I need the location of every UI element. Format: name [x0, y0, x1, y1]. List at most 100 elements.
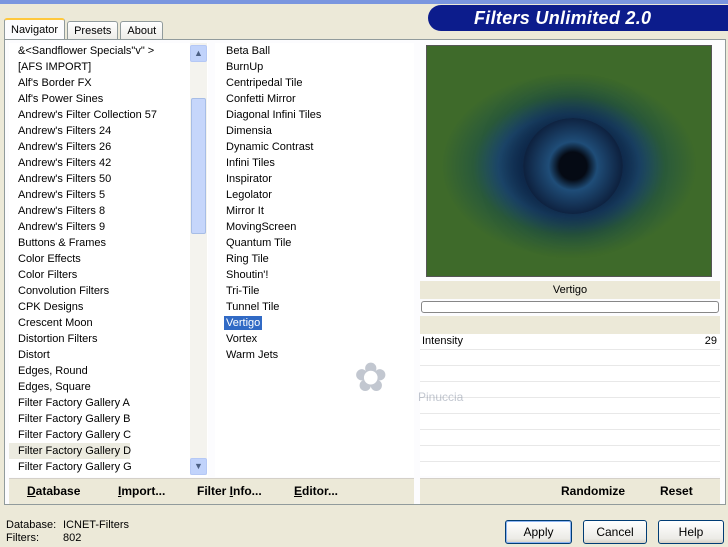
param-row-intensity[interactable]: Intensity 29: [420, 334, 720, 350]
list-item-label: MovingScreen: [226, 221, 297, 233]
list-item[interactable]: Inspirator: [215, 171, 414, 187]
list-item-label: Vertigo: [224, 316, 263, 330]
list-item[interactable]: Dimensia: [215, 123, 414, 139]
list-item[interactable]: [AFS IMPORT]: [9, 59, 208, 75]
list-item[interactable]: Tunnel Tile: [215, 299, 414, 315]
reset-button[interactable]: Reset: [660, 484, 693, 498]
list-item-label: Ring Tile: [226, 253, 269, 265]
list-item[interactable]: Infini Tiles: [215, 155, 414, 171]
scrollbar-thumb[interactable]: [191, 98, 206, 234]
help-button[interactable]: Help: [658, 520, 724, 544]
list-item[interactable]: Dynamic Contrast: [215, 139, 414, 155]
list-item-label: Tri-Tile: [226, 285, 260, 297]
database-status-label: Database:: [6, 519, 57, 531]
list-item[interactable]: Andrew's Filters 24: [9, 123, 208, 139]
param-label: Intensity: [422, 335, 463, 347]
tab-presets[interactable]: Presets: [67, 21, 119, 40]
param-row-empty: [420, 366, 720, 382]
list-item[interactable]: Filter Factory Gallery G: [9, 459, 208, 475]
list-item[interactable]: Filter Factory Gallery C: [9, 427, 208, 443]
list-item[interactable]: Andrew's Filters 42: [9, 155, 208, 171]
list-item[interactable]: Warm Jets: [215, 347, 414, 363]
list-item[interactable]: Vortex: [215, 331, 414, 347]
list-item-label: Diagonal Infini Tiles: [226, 109, 322, 121]
list-item[interactable]: Distortion Filters: [9, 331, 208, 347]
list-item[interactable]: CPK Designs: [9, 299, 208, 315]
apply-button[interactable]: Apply: [505, 520, 572, 544]
tab-navigator[interactable]: Navigator: [4, 18, 66, 40]
list-item[interactable]: Andrew's Filters 5: [9, 187, 208, 203]
list-item[interactable]: Confetti Mirror: [215, 91, 414, 107]
list-item-label: Beta Ball: [226, 45, 271, 57]
list-item[interactable]: Centripedal Tile: [215, 75, 414, 91]
list-item[interactable]: Filter Factory Gallery D: [9, 443, 131, 459]
param-button-bar: Randomize Reset: [420, 478, 720, 504]
list-item[interactable]: Quantum Tile: [215, 235, 414, 251]
list-item[interactable]: Vertigo: [215, 315, 414, 331]
list-button-bar: Database Import... Filter Info... Editor…: [9, 478, 414, 504]
list-item[interactable]: Andrew's Filters 8: [9, 203, 208, 219]
list-item[interactable]: Alf's Border FX: [9, 75, 208, 91]
category-list[interactable]: &<Sandflower Specials"v" > [AFS IMPORT] Al…: [9, 43, 208, 477]
preview-eye-shape: [523, 118, 623, 214]
list-item[interactable]: BurnUp: [215, 59, 414, 75]
list-item-label: Confetti Mirror: [226, 93, 296, 105]
list-item[interactable]: MovingScreen: [215, 219, 414, 235]
filters-count-value: 802: [63, 532, 82, 544]
list-item[interactable]: Buttons & Frames: [9, 235, 208, 251]
list-item[interactable]: Edges, Round: [9, 363, 208, 379]
chevron-down-icon[interactable]: ▼: [190, 458, 207, 475]
list-item[interactable]: Andrew's Filters 9: [9, 219, 208, 235]
list-item[interactable]: &<Sandflower Specials"v" >: [9, 43, 208, 59]
preview-image: [426, 45, 712, 277]
list-item[interactable]: Convolution Filters: [9, 283, 208, 299]
list-item[interactable]: Crescent Moon: [9, 315, 208, 331]
list-item[interactable]: Distort: [9, 347, 208, 363]
list-item[interactable]: Diagonal Infini Tiles: [215, 107, 414, 123]
list-item[interactable]: Andrew's Filters 50: [9, 171, 208, 187]
param-row-empty: [420, 350, 720, 366]
import-button[interactable]: Import...: [118, 484, 165, 498]
cancel-button[interactable]: Cancel: [583, 520, 647, 544]
list-item-label: Tunnel Tile: [226, 301, 280, 313]
parameters-panel: Intensity 29: [420, 334, 720, 476]
list-item[interactable]: Mirror It: [215, 203, 414, 219]
param-row-empty: [420, 382, 720, 398]
param-row-empty: [420, 446, 720, 462]
list-item[interactable]: Tri-Tile: [215, 283, 414, 299]
filter-info-button[interactable]: Filter Info...: [197, 484, 262, 498]
param-row-empty: [420, 414, 720, 430]
tab-bar: Navigator Presets About: [4, 18, 165, 40]
filter-list[interactable]: Beta Ball BurnUp Centripedal Tile Confetti …: [215, 43, 414, 477]
list-item[interactable]: Color Effects: [9, 251, 208, 267]
database-button[interactable]: Database: [27, 484, 80, 498]
list-item-label: BurnUp: [226, 61, 264, 73]
list-item[interactable]: Legolator: [215, 187, 414, 203]
list-item[interactable]: Filter Factory Gallery A: [9, 395, 208, 411]
list-item[interactable]: Filter Factory Gallery B: [9, 411, 208, 427]
editor-button[interactable]: Editor...: [294, 484, 338, 498]
list-item[interactable]: Shoutin'!: [215, 267, 414, 283]
list-item[interactable]: Andrew's Filters 26: [9, 139, 208, 155]
progress-bar: [421, 301, 719, 313]
list-item[interactable]: Alf's Power Sines: [9, 91, 208, 107]
list-item[interactable]: Edges, Square: [9, 379, 208, 395]
list-item-label: Dynamic Contrast: [226, 141, 314, 153]
list-item-label: Vortex: [226, 333, 258, 345]
param-value[interactable]: 29: [705, 335, 717, 347]
list-item-label: Shoutin'!: [226, 269, 269, 281]
list-item[interactable]: Beta Ball: [215, 43, 414, 59]
tab-about[interactable]: About: [120, 21, 164, 40]
list-item[interactable]: Color Filters: [9, 267, 208, 283]
list-item-label: Centripedal Tile: [226, 77, 303, 89]
list-item-label: Legolator: [226, 189, 272, 201]
list-item[interactable]: Ring Tile: [215, 251, 414, 267]
list-item-label: Infini Tiles: [226, 157, 275, 169]
list-item[interactable]: Andrew's Filter Collection 57: [9, 107, 208, 123]
database-status-value: ICNET-Filters: [63, 519, 129, 531]
list-item-label: Mirror It: [226, 205, 264, 217]
category-scrollbar[interactable]: ▲ ▼: [190, 43, 207, 475]
list-item-label: Quantum Tile: [226, 237, 292, 249]
randomize-button[interactable]: Randomize: [561, 484, 625, 498]
chevron-up-icon[interactable]: ▲: [190, 45, 207, 62]
